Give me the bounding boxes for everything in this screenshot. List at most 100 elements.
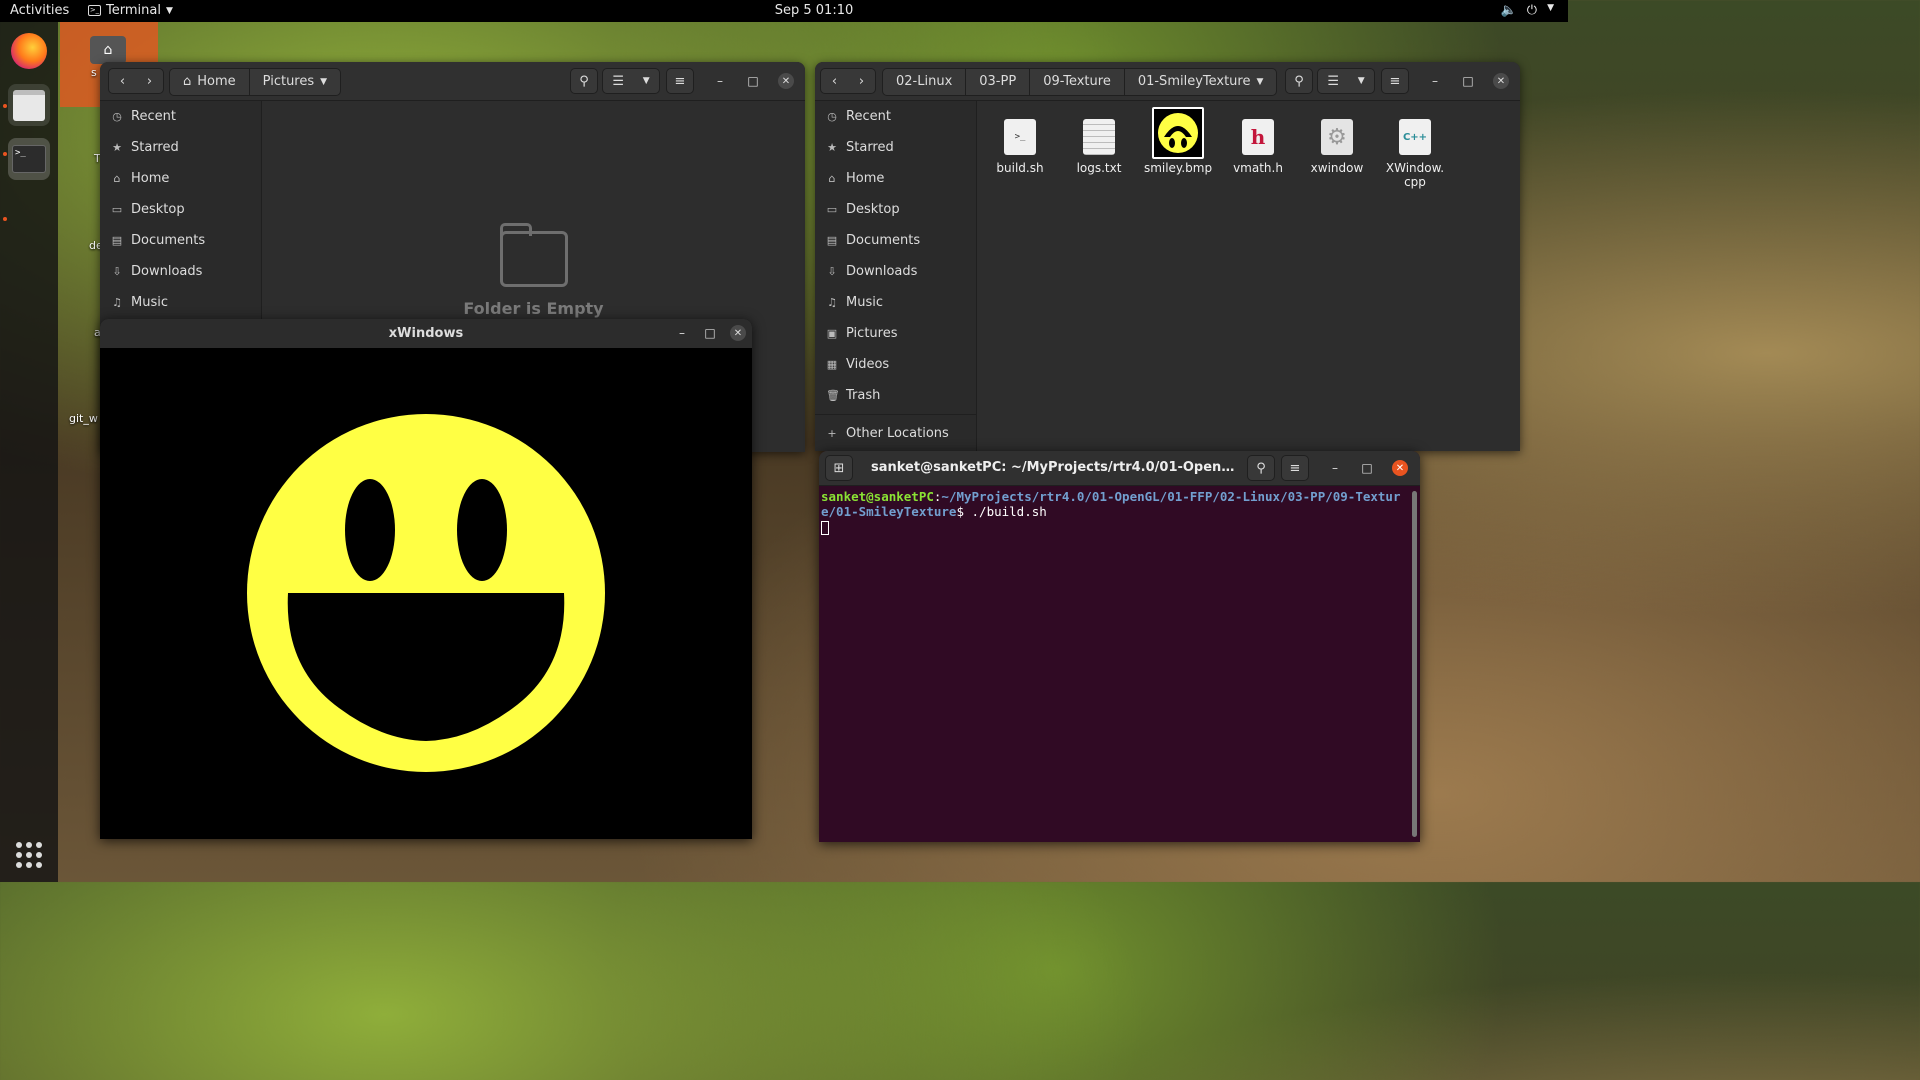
running-indicator bbox=[3, 152, 7, 156]
menu-button[interactable]: ≡ bbox=[666, 68, 694, 94]
minimize-button[interactable]: – bbox=[712, 73, 728, 89]
system-menu[interactable]: 🔈 ⏻ ▼ bbox=[1501, 3, 1554, 18]
close-button[interactable]: ✕ bbox=[778, 73, 794, 89]
maximize-button[interactable]: □ bbox=[745, 73, 761, 89]
prompt-user: sanket@sanketPC bbox=[821, 489, 934, 504]
sidebar-item-recent[interactable]: ◷ Recent bbox=[100, 101, 261, 132]
file-view[interactable]: >_ build.sh logs.txt smiley.bmp h vmath.… bbox=[977, 101, 1520, 451]
search-button[interactable]: ⚲ bbox=[570, 68, 598, 94]
breadcrumb-item[interactable]: 03-PP bbox=[966, 69, 1031, 95]
sidebar-item-downloads[interactable]: ⇩ Downloads bbox=[100, 256, 261, 287]
sidebar-item-starred[interactable]: ★ Starred bbox=[100, 132, 261, 163]
trash-icon: 🗑 bbox=[826, 389, 840, 402]
dock-firefox[interactable] bbox=[8, 30, 50, 72]
breadcrumb-home[interactable]: ⌂ Home bbox=[170, 69, 250, 95]
sidebar-item-other-locations[interactable]: + Other Locations bbox=[815, 418, 976, 449]
terminal-window: ⊞ sanket@sanketPC: ~/MyProjects/rtr4.0/0… bbox=[819, 451, 1420, 842]
headerbar: ‹ › ⌂ Home Pictures ▼ ⚲ ☰ ▼ ≡ – □ ✕ bbox=[100, 62, 805, 101]
smiley-thumbnail bbox=[1158, 113, 1198, 153]
document-icon: ▤ bbox=[826, 234, 838, 247]
sidebar-item-desktop[interactable]: ▭ Desktop bbox=[100, 194, 261, 225]
menu-button[interactable]: ≡ bbox=[1281, 455, 1309, 481]
star-icon: ★ bbox=[112, 141, 122, 154]
breadcrumb-item[interactable]: 02-Linux bbox=[883, 69, 967, 95]
search-button[interactable]: ⚲ bbox=[1247, 455, 1275, 481]
new-tab-button[interactable]: ⊞ bbox=[825, 455, 853, 481]
sidebar-item-downloads[interactable]: ⇩ Downloads bbox=[815, 256, 976, 287]
scrollbar[interactable] bbox=[1412, 491, 1417, 837]
download-icon: ⇩ bbox=[112, 265, 122, 278]
files-window-smileytexture: ‹ › 02-Linux 03-PP 09-Texture 01-SmileyT… bbox=[815, 62, 1520, 451]
sidebar-item-starred[interactable]: ★ Starred bbox=[815, 132, 976, 163]
running-indicator bbox=[3, 104, 7, 108]
file-item[interactable]: h vmath.h bbox=[1218, 119, 1298, 175]
back-arrow-icon[interactable]: ‹ bbox=[832, 74, 837, 89]
command-text: ./build.sh bbox=[971, 504, 1047, 519]
show-applications-icon[interactable] bbox=[16, 842, 42, 868]
maximize-button[interactable]: □ bbox=[1460, 73, 1476, 89]
file-item[interactable]: smiley.bmp bbox=[1138, 107, 1218, 175]
close-button[interactable]: ✕ bbox=[1392, 460, 1408, 476]
close-button[interactable]: ✕ bbox=[1493, 73, 1509, 89]
volume-icon: 🔈 bbox=[1500, 3, 1517, 18]
sidebar-item-home[interactable]: ⌂ Home bbox=[100, 163, 261, 194]
file-item[interactable]: ⚙ xwindow bbox=[1297, 119, 1377, 175]
file-item[interactable]: C++ XWindow. cpp bbox=[1375, 119, 1455, 189]
sidebar: ◷ Recent ★ Starred ⌂ Home ▭ Desktop ▤ Documen… bbox=[815, 101, 977, 451]
home-icon: ⌂ bbox=[113, 172, 121, 185]
maximize-button[interactable]: □ bbox=[1359, 460, 1375, 476]
sidebar-item-home[interactable]: ⌂ Home bbox=[815, 163, 976, 194]
clock[interactable]: Sep 5 01:10 bbox=[0, 3, 1628, 18]
back-arrow-icon[interactable]: ‹ bbox=[120, 74, 125, 89]
sidebar-item-documents[interactable]: ▤ Documents bbox=[815, 225, 976, 256]
minimize-button[interactable]: – bbox=[1327, 460, 1343, 476]
forward-arrow-icon[interactable]: › bbox=[147, 74, 152, 89]
firefox-icon bbox=[11, 33, 47, 69]
view-toggle[interactable]: ☰ ▼ bbox=[602, 68, 660, 94]
breadcrumb-item[interactable]: 09-Texture bbox=[1030, 69, 1125, 95]
minimize-button[interactable]: – bbox=[674, 325, 690, 341]
view-toggle[interactable]: ☰ ▼ bbox=[1317, 68, 1375, 94]
sidebar-item-trash[interactable]: 🗑 Trash bbox=[815, 380, 976, 411]
terminal-output[interactable]: sanket@sanketPC:~/MyProjects/rtr4.0/01-O… bbox=[821, 489, 1410, 535]
sidebar-item-music[interactable]: ♫ Music bbox=[100, 287, 261, 318]
minimize-button[interactable]: – bbox=[1427, 73, 1443, 89]
chevron-down-icon: ▼ bbox=[1357, 76, 1365, 86]
files-icon bbox=[13, 89, 45, 121]
dock-files[interactable] bbox=[8, 84, 50, 126]
breadcrumb: 02-Linux 03-PP 09-Texture 01-SmileyTextu… bbox=[882, 68, 1278, 96]
desktop-icon: ▭ bbox=[826, 203, 838, 216]
sidebar-item-recent[interactable]: ◷ Recent bbox=[815, 101, 976, 132]
music-icon: ♫ bbox=[112, 296, 122, 309]
file-item[interactable]: logs.txt bbox=[1059, 119, 1139, 175]
chevron-down-icon: ▼ bbox=[320, 77, 328, 87]
home-icon: ⌂ bbox=[828, 172, 836, 185]
plus-icon: + bbox=[827, 427, 837, 440]
star-icon: ★ bbox=[827, 141, 837, 154]
dock-terminal[interactable]: >_ bbox=[8, 138, 50, 180]
terminal-icon: >_ bbox=[12, 145, 46, 173]
breadcrumb: ⌂ Home Pictures ▼ bbox=[169, 68, 342, 96]
file-item[interactable]: >_ build.sh bbox=[980, 119, 1060, 175]
file-name: vmath.h bbox=[1233, 161, 1283, 175]
forward-arrow-icon[interactable]: › bbox=[859, 74, 864, 89]
maximize-button[interactable]: □ bbox=[702, 325, 718, 341]
download-icon: ⇩ bbox=[827, 265, 837, 278]
titlebar[interactable]: xWindows – □ ✕ bbox=[100, 319, 752, 348]
sidebar-item-music[interactable]: ♫ Music bbox=[815, 287, 976, 318]
hamburger-icon: ≡ bbox=[1289, 460, 1301, 476]
desktop-icon-label: s bbox=[91, 66, 97, 79]
breadcrumb-current[interactable]: 01-SmileyTexture ▼ bbox=[1125, 69, 1277, 95]
menu-button[interactable]: ≡ bbox=[1381, 68, 1409, 94]
search-button[interactable]: ⚲ bbox=[1285, 68, 1313, 94]
close-button[interactable]: ✕ bbox=[730, 325, 746, 341]
gear-icon: ⚙ bbox=[1321, 119, 1353, 155]
empty-message: Folder is Empty bbox=[463, 299, 604, 318]
breadcrumb-pictures[interactable]: Pictures ▼ bbox=[250, 69, 340, 95]
prompt-symbol: $ bbox=[956, 504, 972, 519]
sidebar-item-desktop[interactable]: ▭ Desktop bbox=[815, 194, 976, 225]
sidebar-item-pictures[interactable]: ▣ Pictures bbox=[815, 318, 976, 349]
opengl-canvas[interactable] bbox=[100, 348, 752, 839]
sidebar-item-documents[interactable]: ▤ Documents bbox=[100, 225, 261, 256]
sidebar-item-videos[interactable]: ▦ Videos bbox=[815, 349, 976, 380]
